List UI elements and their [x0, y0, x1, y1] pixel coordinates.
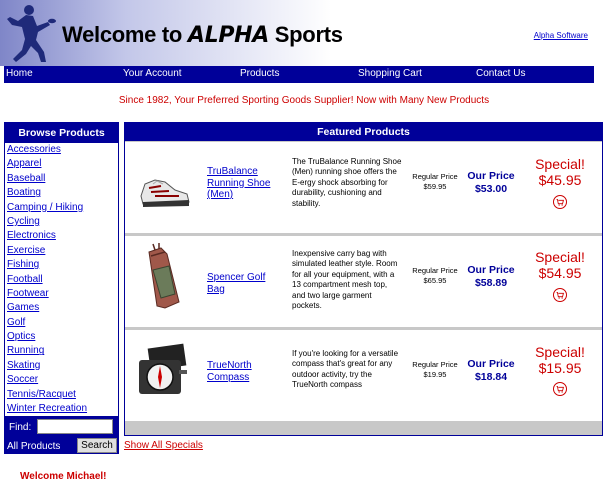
special-price-block: Special! $45.95: [525, 156, 595, 188]
product-row: Spencer Golf Bag Inexpensive carry bag w…: [125, 236, 602, 327]
nav-your-account[interactable]: Your Account: [123, 68, 182, 79]
category-link[interactable]: Soccer: [7, 373, 118, 387]
our-price-block: Our Price $58.89: [462, 264, 520, 289]
special-label: Special!: [535, 344, 585, 360]
nav-home[interactable]: Home: [6, 68, 33, 79]
category-link[interactable]: Football: [7, 273, 118, 287]
regular-price-label: Regular Price: [412, 360, 458, 369]
find-box: Find: All Products Search: [4, 416, 119, 454]
main-navbar: Home Your Account Products Shopping Cart…: [4, 66, 594, 83]
our-price-block: Our Price $18.84: [462, 358, 520, 383]
regular-price: $19.95: [423, 370, 447, 379]
regular-price: $59.95: [423, 182, 447, 191]
special-price-block: Special! $15.95: [525, 344, 595, 376]
regular-price-block: Regular Price $65.95: [410, 266, 460, 286]
nav-products[interactable]: Products: [240, 68, 279, 79]
nav-shopping-cart[interactable]: Shopping Cart: [358, 68, 422, 79]
our-price: $58.89: [474, 276, 508, 289]
regular-price: $65.95: [423, 276, 447, 285]
add-to-cart-icon[interactable]: [553, 288, 567, 302]
category-link[interactable]: Footwear: [7, 287, 118, 301]
all-products-label: All Products: [7, 441, 61, 452]
category-link[interactable]: Electronics: [7, 229, 118, 243]
nav-contact-us[interactable]: Contact Us: [476, 68, 525, 79]
discus-thrower-logo-icon: [7, 5, 56, 62]
regular-price-label: Regular Price: [412, 172, 458, 181]
category-link[interactable]: Games: [7, 301, 118, 315]
show-all-specials-link[interactable]: Show All Specials: [124, 440, 203, 451]
alpha-software-link[interactable]: Alpha Software: [534, 31, 588, 40]
regular-price-label: Regular Price: [412, 266, 458, 275]
product-description: If you're looking for a versatile compas…: [292, 349, 399, 390]
special-label: Special!: [535, 249, 585, 265]
category-link[interactable]: Optics: [7, 330, 118, 344]
special-price-block: Special! $54.95: [525, 249, 595, 281]
site-title-brand: ALPHA: [187, 23, 269, 48]
category-link[interactable]: Exercise: [7, 244, 118, 258]
browse-products-heading: Browse Products: [5, 123, 118, 143]
find-input[interactable]: [37, 419, 113, 434]
category-link[interactable]: Skating: [7, 359, 118, 373]
special-price: $45.95: [538, 172, 582, 188]
category-link[interactable]: Boating: [7, 186, 118, 200]
our-price: $53.00: [474, 182, 508, 195]
featured-products-panel: Featured Products TruBalance Running Sho…: [124, 122, 603, 436]
regular-price-block: Regular Price $19.95: [410, 360, 460, 380]
category-link[interactable]: Baseball: [7, 172, 118, 186]
our-price-label: Our Price: [467, 358, 515, 370]
product-description: Inexpensive carry bag with simulated lea…: [292, 249, 398, 311]
regular-price-block: Regular Price $59.95: [410, 172, 460, 192]
category-list: Accessories Apparel Baseball Boating Cam…: [5, 143, 118, 418]
category-link[interactable]: Running: [7, 344, 118, 358]
product-row: TrueNorth Compass If you're looking for …: [125, 330, 602, 421]
find-label: Find:: [9, 422, 32, 433]
product-name-link[interactable]: Spencer Golf Bag: [207, 272, 271, 295]
featured-products-heading: Featured Products: [125, 123, 602, 141]
our-price-label: Our Price: [467, 170, 515, 182]
header: Welcome to ALPHA Sports Alpha Software: [0, 0, 608, 66]
product-name-link[interactable]: TrueNorth Compass: [207, 360, 271, 383]
golf-bag-image[interactable]: [135, 242, 193, 312]
category-link[interactable]: Winter Recreation: [7, 402, 118, 416]
welcome-message: Welcome Michael!: [20, 471, 107, 482]
category-link[interactable]: Golf: [7, 316, 118, 330]
site-title-suffix: Sports: [268, 22, 343, 47]
our-price-block: Our Price $53.00: [462, 170, 520, 195]
add-to-cart-icon[interactable]: [553, 195, 567, 209]
search-button[interactable]: Search: [77, 438, 117, 453]
category-link[interactable]: Camping / Hiking: [7, 201, 118, 215]
special-label: Special!: [535, 156, 585, 172]
category-link[interactable]: Cycling: [7, 215, 118, 229]
compass-image[interactable]: [135, 340, 193, 410]
tagline: Since 1982, Your Preferred Sporting Good…: [118, 95, 490, 106]
product-row: TruBalance Running Shoe (Men) The TruBal…: [125, 142, 602, 233]
our-price-label: Our Price: [467, 264, 515, 276]
site-title: Welcome to ALPHA Sports: [62, 22, 343, 48]
add-to-cart-icon[interactable]: [553, 382, 567, 396]
product-name-link[interactable]: TruBalance Running Shoe (Men): [207, 166, 271, 201]
category-link[interactable]: Accessories: [7, 143, 118, 157]
special-price: $15.95: [538, 360, 582, 376]
category-link[interactable]: Apparel: [7, 157, 118, 171]
our-price: $18.84: [474, 370, 508, 383]
site-title-prefix: Welcome to: [62, 22, 188, 47]
category-link[interactable]: Tennis/Racquet: [7, 388, 118, 402]
category-link[interactable]: Fishing: [7, 258, 118, 272]
running-shoe-image[interactable]: [135, 154, 193, 224]
browse-products-panel: Browse Products Accessories Apparel Base…: [4, 122, 119, 420]
special-price: $54.95: [538, 265, 582, 281]
product-description: The TruBalance Running Shoe (Men) runnin…: [292, 157, 402, 208]
